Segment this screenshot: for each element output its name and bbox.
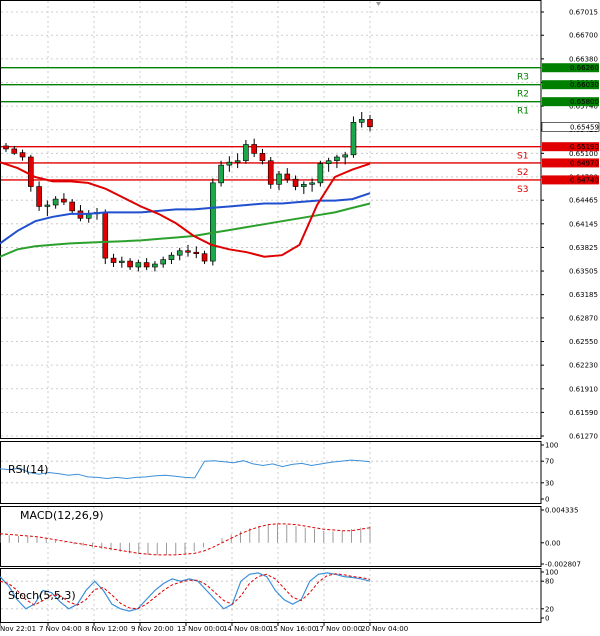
level-name-r2: R2 bbox=[517, 90, 529, 100]
candle-bear bbox=[185, 250, 191, 253]
level-name-r3: R3 bbox=[517, 73, 529, 83]
candle-bull bbox=[350, 122, 357, 156]
candle-bull bbox=[168, 254, 175, 260]
candle-bear bbox=[267, 160, 274, 185]
candle-bear bbox=[110, 257, 117, 263]
candle-bull bbox=[276, 173, 282, 185]
candle-bull bbox=[152, 263, 158, 268]
macd-label: MACD(12,26,9) bbox=[20, 509, 104, 522]
level-name-s1: S1 bbox=[517, 152, 528, 162]
price-tick-label: 0.61910 bbox=[569, 385, 598, 393]
candle-bull bbox=[52, 198, 59, 206]
macd-tick-label: -0.002807 bbox=[545, 561, 581, 569]
time-tick-label: Nov 22:01 bbox=[0, 625, 36, 633]
level-price-s2: 0.64970 bbox=[570, 159, 599, 167]
candle-bear bbox=[11, 148, 18, 154]
candle-bear bbox=[69, 201, 75, 212]
chart-window: 0.670150.667000.663800.660600.657400.654… bbox=[0, 0, 600, 636]
time-tick-label: 8 Nov 12:00 bbox=[85, 625, 128, 633]
candle-bull bbox=[325, 160, 332, 164]
trading-chart: 0.670150.667000.663800.660600.657400.654… bbox=[0, 0, 600, 633]
candle-bull bbox=[226, 161, 233, 166]
level-name-r1: R1 bbox=[517, 107, 529, 117]
candle-bull bbox=[243, 144, 249, 162]
candle-bull bbox=[210, 182, 216, 262]
candle-bear bbox=[193, 251, 200, 255]
stoch-tick-label: 20 bbox=[545, 605, 554, 613]
macd-tick-label: 0.00 bbox=[545, 539, 561, 547]
level-price-s3: 0.64740 bbox=[570, 176, 599, 184]
price-tick-label: 0.62550 bbox=[569, 338, 598, 346]
level-name-s3: S3 bbox=[517, 185, 528, 195]
price-tick-label: 0.63825 bbox=[569, 244, 598, 252]
rsi-tick-label: 70 bbox=[545, 458, 554, 466]
candle-bull bbox=[317, 163, 324, 184]
candle-bull bbox=[301, 184, 307, 187]
panel-main bbox=[0, 0, 542, 439]
rsi-tick-label: 100 bbox=[545, 442, 558, 450]
candle-bear bbox=[284, 173, 291, 180]
candle-bear bbox=[102, 212, 109, 259]
level-price-r2: 0.66030 bbox=[570, 81, 599, 89]
candle-bear bbox=[367, 119, 373, 128]
candle-bull bbox=[234, 160, 241, 163]
price-tick-label: 0.66380 bbox=[569, 55, 598, 63]
macd-tick-label: 0.004335 bbox=[545, 507, 578, 515]
candle-bull bbox=[342, 154, 348, 158]
candle-bear bbox=[201, 253, 208, 262]
candle-bear bbox=[28, 156, 34, 187]
candle-bear bbox=[292, 178, 299, 187]
candle-bear bbox=[36, 186, 42, 207]
candle-bear bbox=[3, 145, 9, 150]
candle-bear bbox=[127, 260, 133, 268]
price-tick-label: 0.66700 bbox=[569, 32, 598, 40]
level-price-s1: 0.65190 bbox=[570, 143, 599, 151]
current-price-label: 0.65459 bbox=[570, 123, 599, 131]
candle-bull bbox=[119, 260, 125, 263]
candle-bear bbox=[251, 144, 257, 154]
candle-bull bbox=[218, 164, 224, 184]
candle-bull bbox=[334, 156, 340, 162]
candle-bear bbox=[143, 262, 150, 268]
price-tick-label: 0.64145 bbox=[569, 220, 598, 228]
price-tick-label: 0.61270 bbox=[569, 433, 598, 441]
time-tick-label: 14 Nov 08:00 bbox=[223, 625, 270, 633]
time-tick-label: 20 Nov 04:00 bbox=[361, 625, 408, 633]
candle-bull bbox=[135, 262, 142, 268]
price-tick-label: 0.63505 bbox=[569, 268, 598, 276]
time-tick-label: 17 Nov 00:00 bbox=[315, 625, 362, 633]
level-price-r1: 0.65800 bbox=[570, 98, 599, 106]
stoch-tick-label: 0 bbox=[545, 615, 549, 623]
price-tick-label: 0.61590 bbox=[569, 409, 598, 417]
level-name-s2: S2 bbox=[517, 168, 528, 178]
candle-bull bbox=[160, 259, 166, 265]
time-tick-label: 9 Nov 20:00 bbox=[131, 625, 174, 633]
candle-bear bbox=[259, 153, 266, 162]
rsi-tick-label: 0 bbox=[545, 496, 549, 504]
stoch-tick-label: 100 bbox=[545, 569, 558, 577]
candle-bear bbox=[61, 198, 67, 203]
stoch-label: Stoch(5,5,3) bbox=[8, 589, 76, 602]
time-tick-label: 7 Nov 04:00 bbox=[39, 625, 82, 633]
candle-bull bbox=[44, 204, 51, 207]
stoch-tick-label: 80 bbox=[545, 578, 554, 586]
candle-bull bbox=[176, 250, 183, 256]
level-price-r3: 0.66260 bbox=[570, 64, 599, 72]
time-tick-label: 13 Nov 00:00 bbox=[177, 625, 224, 633]
rsi-tick-label: 30 bbox=[545, 479, 554, 487]
price-tick-label: 0.67015 bbox=[569, 9, 598, 17]
price-tick-label: 0.62230 bbox=[569, 362, 598, 370]
candle-bull bbox=[358, 119, 365, 123]
price-tick-label: 0.64465 bbox=[569, 197, 598, 205]
candle-bull bbox=[309, 182, 315, 185]
rsi-label: RSI(14) bbox=[8, 463, 48, 476]
time-tick-label: 15 Nov 16:00 bbox=[269, 625, 316, 633]
price-tick-label: 0.63185 bbox=[569, 291, 598, 299]
panel-rsi bbox=[0, 441, 542, 504]
price-tick-label: 0.62870 bbox=[569, 314, 598, 322]
candle-bear bbox=[19, 152, 26, 158]
